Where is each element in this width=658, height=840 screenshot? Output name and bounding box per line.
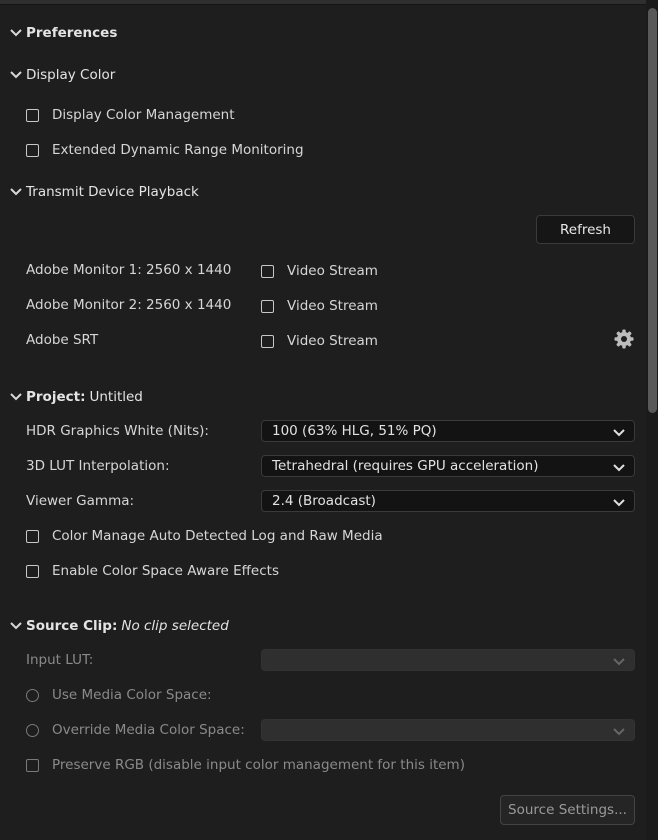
hdr-graphics-white-select[interactable]: 100 (63% HLG, 51% PQ) <box>261 420 635 442</box>
section-title: Source Clip: <box>26 618 118 634</box>
video-stream-checkbox[interactable] <box>261 334 274 348</box>
viewer-gamma-label: Viewer Gamma: <box>26 493 135 509</box>
select-value: 100 (63% HLG, 51% PQ) <box>272 423 437 439</box>
option-label: Display Color Management <box>52 107 235 123</box>
extended-dynamic-range-option[interactable]: Extended Dynamic Range Monitoring <box>26 141 304 159</box>
display-color-management-checkbox[interactable] <box>26 108 39 122</box>
video-stream-checkbox[interactable] <box>261 299 274 313</box>
device-name-monitor-2: Adobe Monitor 2: 2560 x 1440 <box>26 297 232 313</box>
section-project[interactable]: Project: Untitled <box>10 387 143 407</box>
chevron-down-icon <box>10 27 22 39</box>
option-label: Extended Dynamic Range Monitoring <box>52 142 304 158</box>
input-lut-label: Input LUT: <box>26 652 94 668</box>
section-title: Transmit Device Playback <box>26 184 199 200</box>
chevron-down-icon <box>613 655 625 666</box>
option-label: Video Stream <box>287 263 378 279</box>
section-transmit-device-playback[interactable]: Transmit Device Playback <box>10 182 199 202</box>
preserve-rgb-checkbox[interactable] <box>26 758 39 772</box>
source-settings-button[interactable]: Source Settings... <box>500 795 635 825</box>
override-media-color-space-option[interactable]: Override Media Color Space: <box>26 721 245 739</box>
option-label: Use Media Color Space: <box>52 687 212 703</box>
option-label: Color Manage Auto Detected Log and Raw M… <box>52 528 383 544</box>
use-media-color-space-radio[interactable] <box>26 688 39 702</box>
override-color-space-select[interactable] <box>261 719 635 741</box>
video-stream-option-srt[interactable]: Video Stream <box>261 332 378 350</box>
video-stream-option-monitor-1[interactable]: Video Stream <box>261 262 378 280</box>
select-value: 2.4 (Broadcast) <box>272 493 376 509</box>
hdr-graphics-white-label: HDR Graphics White (Nits): <box>26 423 209 439</box>
display-color-management-option[interactable]: Display Color Management <box>26 106 235 124</box>
option-label: Enable Color Space Aware Effects <box>52 563 279 579</box>
device-name-monitor-1: Adobe Monitor 1: 2560 x 1440 <box>26 262 232 278</box>
chevron-down-icon <box>10 186 22 198</box>
section-preferences[interactable]: Preferences <box>10 23 117 43</box>
project-name: Untitled <box>89 389 143 405</box>
option-label: Video Stream <box>287 298 378 314</box>
lut-interpolation-label: 3D LUT Interpolation: <box>26 458 170 474</box>
override-media-color-space-radio[interactable] <box>26 723 39 737</box>
chevron-down-icon <box>10 620 22 632</box>
chevron-down-icon <box>10 391 22 403</box>
section-title: Project: <box>26 389 86 405</box>
chevron-down-icon <box>613 725 625 736</box>
chevron-down-icon <box>613 426 625 437</box>
device-name-srt: Adobe SRT <box>26 332 99 348</box>
color-space-aware-effects-option[interactable]: Enable Color Space Aware Effects <box>26 562 279 580</box>
scrollbar-thumb[interactable] <box>648 8 657 413</box>
chevron-down-icon <box>613 461 625 472</box>
use-media-color-space-option[interactable]: Use Media Color Space: <box>26 686 212 704</box>
input-lut-select[interactable] <box>261 649 635 671</box>
preserve-rgb-option[interactable]: Preserve RGB (disable input color manage… <box>26 756 465 774</box>
auto-detected-log-option[interactable]: Color Manage Auto Detected Log and Raw M… <box>26 527 383 545</box>
section-title: Display Color <box>26 67 116 83</box>
extended-dynamic-range-checkbox[interactable] <box>26 143 39 157</box>
video-stream-checkbox[interactable] <box>261 264 274 278</box>
section-title: Preferences <box>26 25 118 41</box>
source-clip-status: No clip selected <box>121 618 229 634</box>
chevron-down-icon <box>613 496 625 507</box>
option-label: Preserve RGB (disable input color manage… <box>52 757 465 773</box>
chevron-down-icon <box>10 69 22 81</box>
option-label: Video Stream <box>287 333 378 349</box>
section-source-clip[interactable]: Source Clip: No clip selected <box>10 616 229 636</box>
panel-top-border <box>0 0 646 5</box>
auto-detected-log-checkbox[interactable] <box>26 529 39 543</box>
section-display-color[interactable]: Display Color <box>10 65 115 85</box>
color-space-aware-effects-checkbox[interactable] <box>26 564 39 578</box>
option-label: Override Media Color Space: <box>52 722 245 738</box>
lut-interpolation-select[interactable]: Tetrahedral (requires GPU acceleration) <box>261 455 635 477</box>
refresh-button[interactable]: Refresh <box>536 215 635 244</box>
viewer-gamma-select[interactable]: 2.4 (Broadcast) <box>261 490 635 512</box>
select-value: Tetrahedral (requires GPU acceleration) <box>272 458 539 474</box>
gear-icon[interactable] <box>614 329 634 349</box>
video-stream-option-monitor-2[interactable]: Video Stream <box>261 297 378 315</box>
